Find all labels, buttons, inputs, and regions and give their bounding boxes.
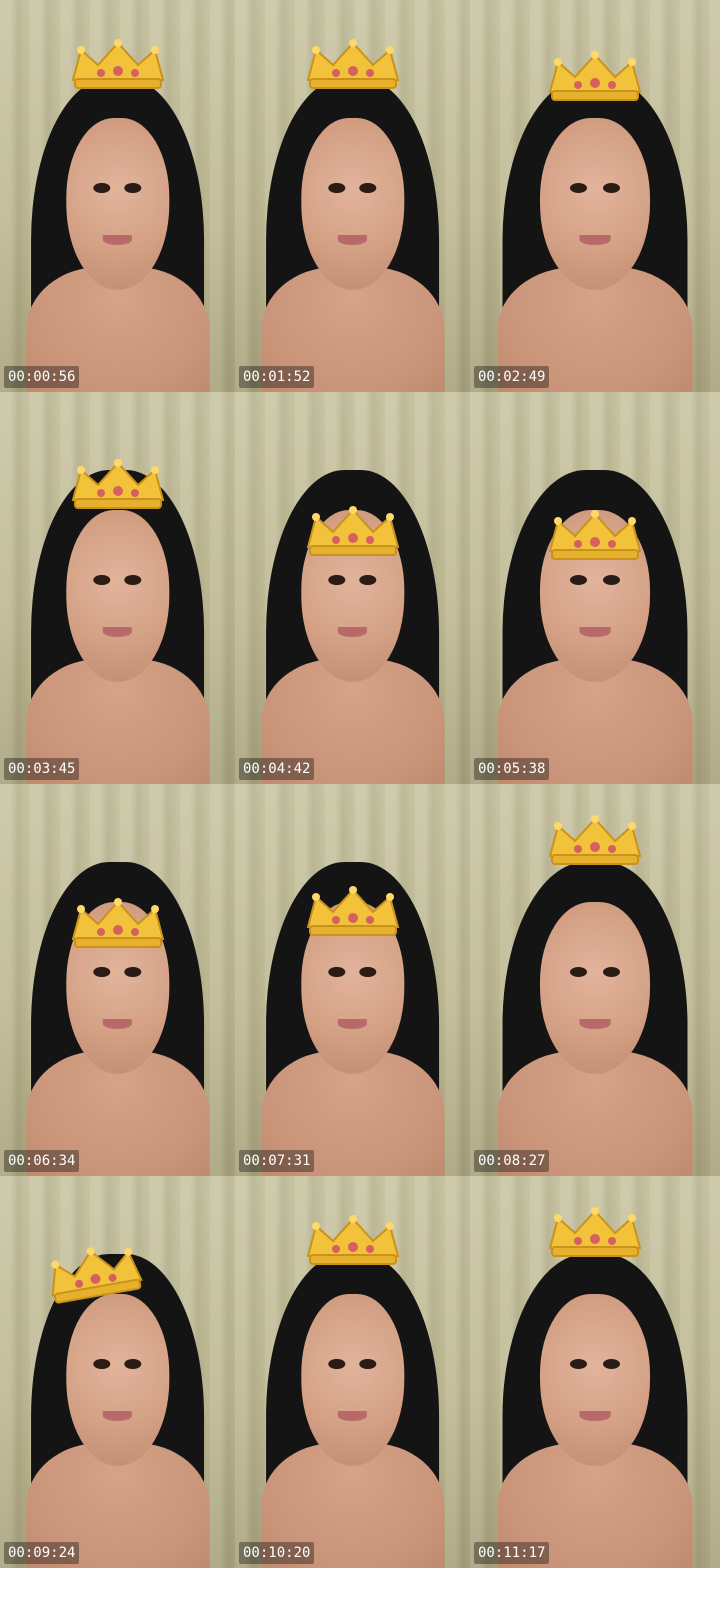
left-eye xyxy=(569,967,588,978)
mouth xyxy=(579,234,611,246)
left-eye xyxy=(569,1359,588,1370)
right-eye xyxy=(602,575,621,586)
right-eye xyxy=(602,967,621,978)
left-eye xyxy=(569,575,588,586)
left-eye xyxy=(328,575,346,586)
timestamp-label: 00:03:45 xyxy=(4,758,80,780)
timestamp-label: 00:01:52 xyxy=(239,366,315,388)
thumbnail-grid: 00:00:56 00:01:52 00:02:49 00:03:45 00:0… xyxy=(0,0,720,1600)
crown-icon xyxy=(71,39,164,90)
mouth xyxy=(338,626,367,638)
timestamp-label: 00:05:38 xyxy=(474,758,550,780)
left-eye xyxy=(569,183,588,194)
timestamp-label: 00:08:27 xyxy=(474,1150,550,1172)
timestamp-label: 00:00:56 xyxy=(4,366,80,388)
right-eye xyxy=(602,183,621,194)
crown-icon xyxy=(306,886,399,936)
left-eye xyxy=(93,967,111,978)
video-frame-thumbnail[interactable]: 00:07:31 xyxy=(235,784,470,1176)
video-frame-thumbnail[interactable]: 00:05:38 xyxy=(470,392,720,784)
left-eye xyxy=(93,575,111,586)
timestamp-label: 00:06:34 xyxy=(4,1150,80,1172)
mouth xyxy=(579,626,611,638)
video-frame-thumbnail[interactable]: 00:10:20 xyxy=(235,1176,470,1568)
crown-icon xyxy=(306,39,399,90)
timestamp-label: 00:04:42 xyxy=(239,758,315,780)
face xyxy=(540,901,650,1075)
crown-icon xyxy=(548,51,642,102)
video-frame-thumbnail[interactable]: 00:04:42 xyxy=(235,392,470,784)
mouth xyxy=(338,1018,367,1030)
video-frame-thumbnail[interactable]: 00:08:27 xyxy=(470,784,720,1176)
mouth xyxy=(338,1410,367,1422)
crown-icon xyxy=(71,458,164,509)
left-eye xyxy=(328,1359,346,1370)
right-eye xyxy=(124,967,142,978)
left-eye xyxy=(328,183,346,194)
face xyxy=(65,117,170,291)
mouth xyxy=(103,626,132,638)
timestamp-label: 00:09:24 xyxy=(4,1542,80,1564)
mouth xyxy=(103,1410,132,1422)
crown-icon xyxy=(548,1207,642,1258)
timestamp-label: 00:07:31 xyxy=(239,1150,315,1172)
crown-icon xyxy=(306,505,399,556)
video-frame-thumbnail[interactable]: 00:02:49 xyxy=(470,0,720,392)
left-eye xyxy=(93,1359,111,1370)
timestamp-label: 00:02:49 xyxy=(474,366,550,388)
right-eye xyxy=(124,575,142,586)
right-eye xyxy=(359,967,377,978)
crown-icon xyxy=(71,897,164,948)
face xyxy=(540,117,650,291)
mouth xyxy=(579,1410,611,1422)
right-eye xyxy=(602,1359,621,1370)
crown-icon xyxy=(548,509,642,560)
video-frame-thumbnail[interactable]: 00:06:34 xyxy=(0,784,235,1176)
mouth xyxy=(103,1018,132,1030)
right-eye xyxy=(124,183,142,194)
face xyxy=(300,117,405,291)
video-frame-thumbnail[interactable]: 00:01:52 xyxy=(235,0,470,392)
timestamp-label: 00:11:17 xyxy=(474,1542,550,1564)
crown-icon xyxy=(548,815,642,866)
left-eye xyxy=(93,183,111,194)
mouth xyxy=(338,234,367,246)
right-eye xyxy=(359,575,377,586)
right-eye xyxy=(124,1359,142,1370)
video-frame-thumbnail[interactable]: 00:00:56 xyxy=(0,0,235,392)
right-eye xyxy=(359,1359,377,1370)
face xyxy=(65,1293,170,1467)
timestamp-label: 00:10:20 xyxy=(239,1542,315,1564)
mouth xyxy=(579,1018,611,1030)
video-frame-thumbnail[interactable]: 00:11:17 xyxy=(470,1176,720,1568)
right-eye xyxy=(359,183,377,194)
video-frame-thumbnail[interactable]: 00:03:45 xyxy=(0,392,235,784)
mouth xyxy=(103,234,132,246)
face xyxy=(65,509,170,683)
face xyxy=(300,1293,405,1467)
crown-icon xyxy=(306,1215,399,1266)
face xyxy=(540,1293,650,1467)
video-frame-thumbnail[interactable]: 00:09:24 xyxy=(0,1176,235,1568)
left-eye xyxy=(328,967,346,978)
